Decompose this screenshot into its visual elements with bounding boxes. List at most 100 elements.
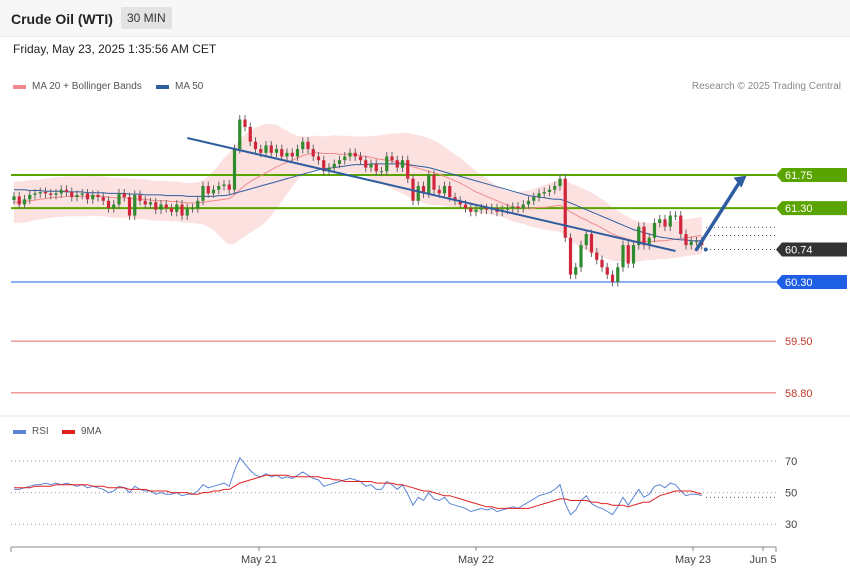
candle-body	[616, 267, 620, 283]
candle-body	[542, 191, 546, 194]
candle-body	[610, 274, 615, 283]
candle-body	[537, 193, 541, 198]
candle-body	[432, 174, 436, 190]
candle-body	[526, 200, 531, 205]
candle-body	[668, 215, 672, 227]
candle-body	[280, 149, 284, 157]
candle-body	[595, 252, 599, 260]
candle-body	[684, 234, 688, 246]
candle-body	[448, 186, 452, 198]
level-label-support-60-30: 60.30	[785, 277, 813, 289]
candle-body	[679, 215, 683, 235]
candle-body	[91, 194, 95, 200]
candle-body	[22, 199, 27, 205]
candle-body	[70, 191, 74, 198]
candle-body	[631, 245, 636, 264]
candle-body	[122, 193, 126, 198]
candle-body	[574, 267, 578, 275]
candle-body	[563, 178, 567, 238]
price-chart-svg: 61.75 61.30 60.74 60.30 59.50 58.80 70 50 30 Ma…	[0, 115, 850, 566]
candle-body	[133, 194, 137, 216]
candle-body	[217, 186, 221, 190]
candle-body	[600, 259, 604, 268]
candle-body	[416, 186, 420, 201]
candle-body	[311, 149, 315, 157]
candle-body	[54, 193, 58, 195]
candle-body	[406, 160, 410, 179]
candle-body	[337, 160, 342, 164]
candle-body	[621, 245, 625, 268]
candle-body	[295, 149, 300, 157]
candle-body	[232, 149, 237, 190]
candle-body	[385, 156, 389, 172]
candle-body	[689, 241, 693, 246]
candle-body	[516, 206, 520, 209]
candle-body	[652, 222, 657, 238]
last-price-dot	[703, 247, 708, 252]
candle-body	[553, 186, 557, 190]
candle-body	[159, 204, 163, 210]
candle-body	[117, 193, 121, 205]
candle-body	[43, 191, 48, 194]
candle-body	[343, 156, 347, 161]
candle-body	[85, 193, 90, 200]
x-tick-label: May 21	[241, 554, 277, 566]
candle-body	[33, 193, 37, 195]
candle-body	[253, 141, 258, 150]
x-tick-label: May 22	[458, 554, 494, 566]
rsi-tick-label-50: 50	[785, 488, 797, 500]
candle-body	[642, 226, 646, 246]
candle-body	[626, 245, 630, 264]
candle-body	[353, 152, 357, 157]
candle-body	[148, 202, 153, 205]
candle-body	[264, 145, 268, 153]
candle-body	[64, 189, 69, 192]
candle-body	[206, 186, 210, 194]
candle-body	[28, 194, 32, 200]
candle-body	[442, 186, 447, 194]
candle-body	[463, 204, 468, 209]
candle-body	[306, 141, 310, 150]
candle-body	[143, 200, 147, 205]
candle-body	[379, 171, 384, 173]
candle-body	[238, 119, 242, 150]
candle-body	[547, 189, 552, 192]
candle-body	[364, 160, 368, 168]
candle-body	[568, 237, 573, 275]
candle-body	[196, 200, 200, 209]
candle-body	[59, 189, 63, 194]
candle-body	[227, 184, 231, 190]
candle-body	[38, 191, 42, 194]
candle-body	[505, 208, 510, 210]
candle-body	[259, 149, 263, 153]
candle-body	[301, 141, 305, 150]
candle-body	[243, 119, 247, 127]
candle-body	[474, 209, 478, 212]
candle-body	[201, 186, 205, 201]
x-axis: May 21 May 22 May 23 Jun 5	[10, 546, 777, 566]
level-label-resistance-61-30: 61.30	[785, 203, 813, 215]
candle-body	[479, 208, 483, 210]
candle-body	[584, 234, 588, 246]
candle-body	[579, 245, 583, 268]
candle-body	[138, 194, 142, 201]
candle-body	[589, 234, 594, 253]
candle-body	[369, 163, 373, 168]
candle-body	[427, 174, 431, 194]
candle-body	[269, 145, 273, 153]
candle-body	[532, 197, 536, 201]
candle-body	[400, 160, 405, 168]
candle-body	[164, 204, 168, 209]
candle-body	[390, 156, 394, 161]
rsi-line	[14, 456, 702, 516]
level-label-resistance-61-75: 61.75	[785, 170, 813, 182]
candle-body	[185, 208, 189, 216]
candle-body	[248, 126, 252, 142]
candle-body	[154, 202, 158, 210]
candle-body	[17, 196, 21, 205]
candle-body	[80, 193, 84, 195]
candle-body	[663, 219, 667, 227]
candle-body	[180, 204, 184, 216]
level-label-target-58-80: 58.80	[785, 388, 813, 400]
candle-body	[673, 215, 678, 217]
